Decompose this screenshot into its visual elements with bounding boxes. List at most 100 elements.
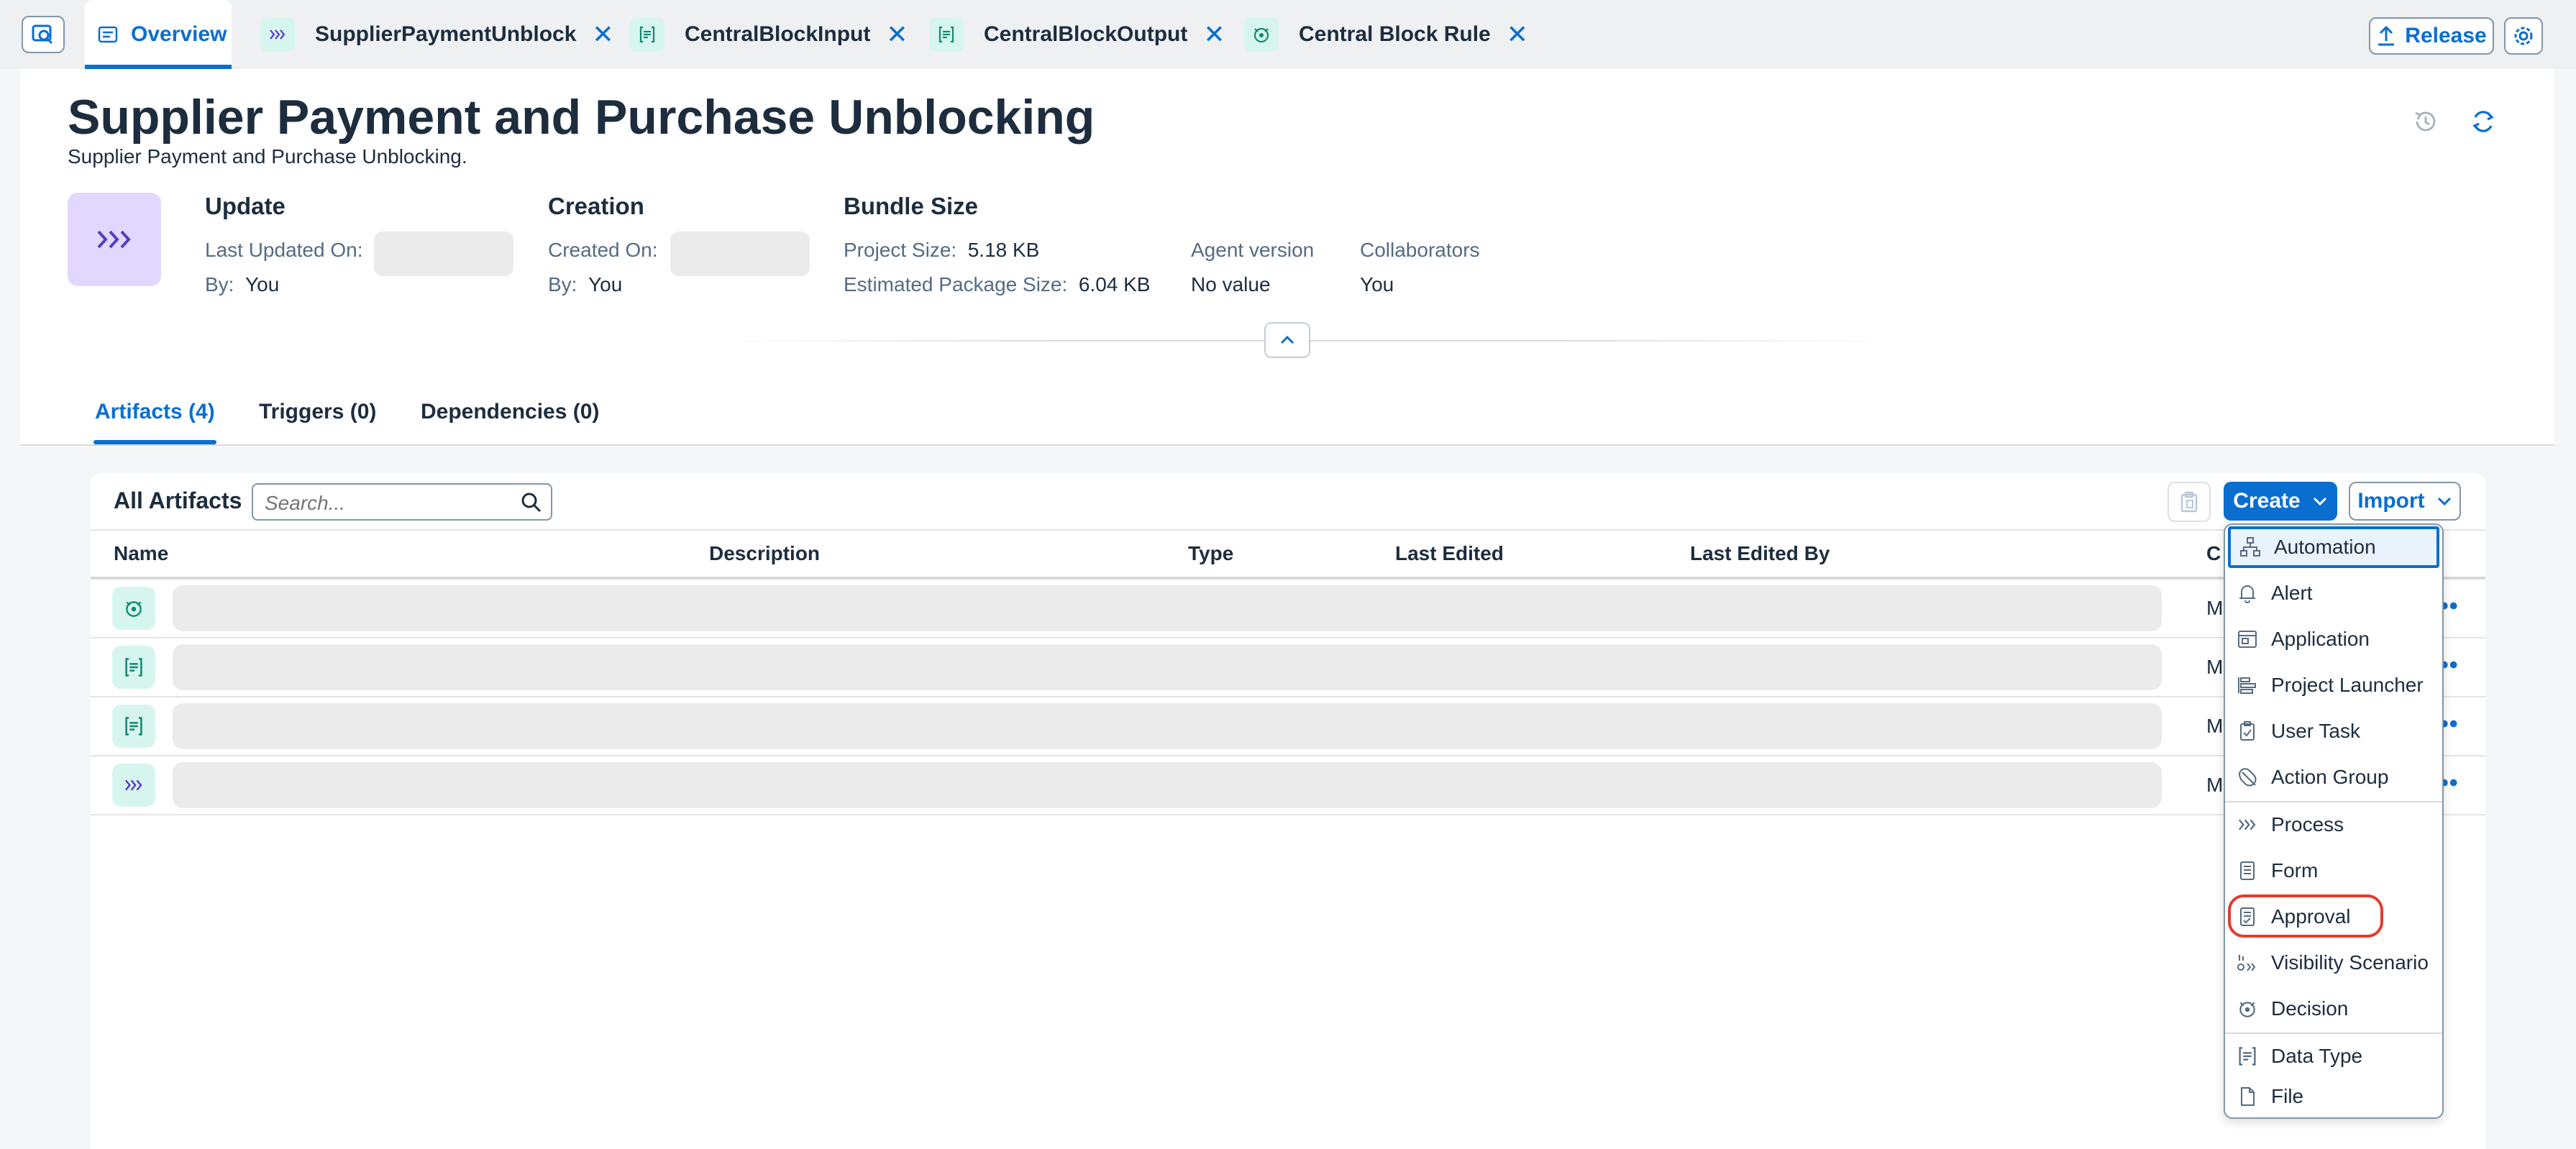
process-icon [260, 17, 295, 52]
tab-artifacts[interactable]: Artifacts (4) [93, 400, 216, 444]
tab-central-block-input[interactable]: CentralBlockInput ✕ [630, 0, 908, 69]
created-by: By: You [548, 273, 623, 296]
column-header-description[interactable]: Description [709, 542, 820, 565]
upload-icon [2378, 25, 2395, 46]
row-placeholder [173, 762, 2162, 808]
release-label: Release [2405, 24, 2487, 47]
agent-version-label: Agent version [1191, 239, 1315, 261]
menu-item-action-group[interactable]: Action Group [2228, 756, 2439, 798]
process-icon [112, 764, 155, 807]
tab-central-block-rule[interactable]: Central Block Rule ✕ [1244, 0, 1528, 69]
bundle-size-heading: Bundle Size [844, 193, 979, 219]
package-size: Estimated Package Size: 6.04 KB [844, 273, 1151, 296]
tab-central-block-output[interactable]: CentralBlockOutput ✕ [929, 0, 1225, 69]
menu-item-project-launcher[interactable]: Project Launcher [2228, 664, 2439, 706]
row-trailing-text: M [2206, 597, 2224, 619]
created-on-placeholder [670, 232, 810, 276]
decision-icon [2235, 997, 2260, 1021]
project-size: Project Size: 5.18 KB [844, 239, 1040, 261]
row-placeholder [173, 585, 2162, 631]
tab-dependencies[interactable]: Dependencies (0) [421, 400, 599, 444]
column-header-c[interactable]: C [2206, 542, 2221, 565]
menu-item-user-task[interactable]: User Task [2228, 710, 2439, 752]
automation-icon [2238, 535, 2262, 559]
collaborators-label: Collaborators [1360, 239, 1480, 261]
menu-item-label: Alert [2271, 582, 2313, 604]
data-type-icon [112, 646, 155, 689]
close-icon[interactable]: ✕ [592, 19, 613, 50]
menu-item-form[interactable]: Form [2228, 850, 2439, 892]
import-label: Import [2357, 489, 2425, 513]
decision-icon [1244, 17, 1279, 52]
project-header: Supplier Payment and Purchase Unblocking… [20, 69, 2554, 446]
search-document-icon [32, 24, 53, 45]
action-group-icon [2235, 765, 2260, 789]
paste-button[interactable] [2168, 482, 2211, 522]
search-artifacts-button[interactable] [22, 16, 65, 53]
column-header-last-edited-by[interactable]: Last Edited By [1690, 542, 1830, 565]
close-icon[interactable]: ✕ [1203, 19, 1225, 50]
menu-item-automation[interactable]: Automation [2228, 526, 2439, 568]
tab-overview[interactable]: Overview [85, 0, 232, 69]
create-menu: Automation Alert Application Project Lau… [2224, 523, 2444, 1119]
tab-triggers[interactable]: Triggers (0) [259, 400, 376, 444]
menu-item-decision[interactable]: Decision [2228, 988, 2439, 1030]
menu-item-data-type[interactable]: Data Type [2228, 1035, 2439, 1077]
menu-item-process[interactable]: Process [2228, 804, 2439, 846]
close-icon[interactable]: ✕ [886, 19, 908, 50]
menu-item-approval[interactable]: Approval [2228, 894, 2439, 938]
menu-item-label: Automation [2274, 536, 2376, 558]
top-tab-bar: Overview SupplierPaymentUnblock ✕ Centra… [0, 0, 2576, 69]
menu-item-visibility-scenario[interactable]: Visibility Scenario [2228, 942, 2439, 984]
menu-item-label: Data Type [2271, 1045, 2363, 1067]
row-trailing-text: M [2206, 656, 2224, 678]
artifact-search-field[interactable] [252, 483, 552, 521]
table-header: Name Description Type Last Edited Last E… [91, 529, 2485, 580]
menu-divider [2225, 1033, 2442, 1034]
tab-supplier-payment-unblock[interactable]: SupplierPaymentUnblock ✕ [260, 0, 614, 69]
artifacts-panel: All Artifacts Create Import Name Descrip… [91, 473, 2485, 1149]
form-icon [2235, 859, 2260, 883]
table-row[interactable]: M ••• [91, 637, 2485, 697]
update-heading: Update [205, 193, 286, 219]
menu-item-file[interactable]: File [2228, 1076, 2439, 1117]
menu-item-alert[interactable]: Alert [2228, 572, 2439, 614]
refresh-icon[interactable] [2464, 102, 2503, 141]
gear-icon [2514, 27, 2533, 45]
overview-icon [98, 25, 118, 44]
column-header-last-edited[interactable]: Last Edited [1395, 542, 1504, 565]
decision-icon [112, 587, 155, 630]
menu-item-application[interactable]: Application [2228, 618, 2439, 660]
create-button[interactable]: Create [2224, 482, 2337, 521]
create-label: Create [2233, 489, 2301, 513]
column-header-type[interactable]: Type [1188, 542, 1233, 565]
menu-item-label: User Task [2271, 720, 2360, 742]
column-header-name[interactable]: Name [114, 542, 168, 565]
menu-item-label: Application [2271, 628, 2370, 650]
close-icon[interactable]: ✕ [1507, 19, 1528, 50]
collaborators-value: You [1360, 273, 1394, 296]
updated-by: By: You [205, 273, 280, 296]
menu-item-label: Visibility Scenario [2271, 951, 2429, 974]
release-button[interactable]: Release [2369, 17, 2494, 55]
table-row[interactable]: M ••• [91, 578, 2485, 638]
row-trailing-text: M [2206, 774, 2224, 796]
history-icon[interactable] [2406, 102, 2445, 141]
tab-central-block-input-label: CentralBlockInput [685, 22, 871, 46]
search-icon[interactable] [521, 492, 542, 517]
tab-overview-label: Overview [131, 22, 227, 46]
clipboard-icon [2180, 491, 2198, 513]
chevron-down-icon [2313, 497, 2326, 506]
settings-button[interactable] [2504, 17, 2543, 55]
table-row[interactable]: M ••• [91, 696, 2485, 756]
collapse-header-button[interactable] [1264, 322, 1310, 358]
import-button[interactable]: Import [2349, 482, 2461, 521]
search-input[interactable] [263, 491, 511, 516]
creation-heading: Creation [548, 193, 644, 219]
menu-item-label: Action Group [2271, 766, 2389, 788]
data-type-icon [929, 17, 964, 52]
last-updated-label: Last Updated On: [205, 239, 363, 261]
table-row[interactable]: M ••• [91, 755, 2485, 815]
row-placeholder [173, 703, 2162, 749]
row-placeholder [173, 644, 2162, 690]
